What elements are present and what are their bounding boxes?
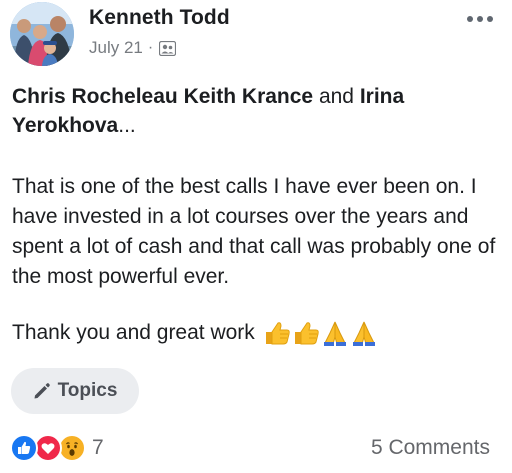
- post-meta: July 21 ·: [89, 38, 177, 58]
- folded-hands-icon: [323, 321, 346, 346]
- mention-joiner: and: [318, 85, 354, 108]
- emoji-row: [263, 319, 378, 347]
- topics-label: Topics: [57, 380, 118, 401]
- group-audience-icon[interactable]: [159, 40, 177, 56]
- folded-hands-icon: [352, 321, 375, 346]
- wow-icon: [58, 434, 86, 462]
- post-date[interactable]: July 21: [89, 38, 143, 58]
- closing-text: Thank you and great work: [12, 321, 255, 344]
- mention-link[interactable]: Keith Krance: [184, 85, 314, 108]
- more-options-icon[interactable]: [466, 14, 494, 24]
- author-name[interactable]: Kenneth Todd: [89, 6, 230, 30]
- family-photo-icon: [10, 2, 74, 66]
- reactions-summary[interactable]: 7: [10, 434, 104, 462]
- reaction-count: 7: [92, 436, 104, 459]
- author-avatar[interactable]: [10, 2, 74, 66]
- thumbs-up-icon: [294, 322, 319, 345]
- love-icon: [34, 434, 62, 462]
- like-icon: [10, 434, 38, 462]
- thumbs-up-icon: [265, 322, 290, 345]
- meta-separator: ·: [147, 39, 154, 56]
- mention-ellipsis: ...: [118, 114, 136, 137]
- mention-link[interactable]: Chris Rocheleau: [12, 85, 178, 108]
- comments-link[interactable]: 5 Comments: [371, 436, 490, 460]
- mentions-line: Chris Rocheleau Keith Krance and Irina Y…: [12, 82, 492, 140]
- topics-button[interactable]: Topics: [11, 368, 139, 414]
- facebook-post: Kenneth Todd July 21 · Chris Rocheleau K…: [0, 0, 512, 473]
- post-closing: Thank you and great work: [12, 318, 378, 348]
- pencil-icon: [34, 383, 50, 399]
- post-message: That is one of the best calls I have eve…: [12, 175, 496, 288]
- reaction-icons: [10, 434, 88, 462]
